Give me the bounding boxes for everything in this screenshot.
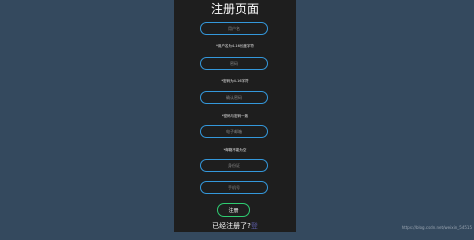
email-hint: *邮箱不能为空: [223, 148, 247, 152]
register-button[interactable]: 注册: [217, 203, 250, 217]
email-field[interactable]: [200, 125, 268, 138]
login-link[interactable]: 已经注册了?登: [174, 222, 296, 231]
password-field[interactable]: [200, 57, 268, 70]
username-hint: *用户名为4-16长度字符: [216, 44, 254, 48]
username-field[interactable]: [200, 22, 268, 35]
phone-field[interactable]: [200, 181, 268, 194]
watermark: https://blog.csdn.net/weixin_54515: [401, 225, 472, 230]
login-link-text: 已经注册了?: [212, 222, 251, 230]
id-card-field[interactable]: [200, 159, 268, 172]
login-link-accent: 登: [250, 222, 258, 230]
confirm-password-field[interactable]: [200, 91, 268, 104]
password-hint: *密码为4-16字符: [221, 79, 249, 83]
page-title: 注册页面: [210, 2, 259, 16]
register-panel: 注册页面 *用户名为4-16长度字符 *密码为4-16字符 *密码与密码一致 *…: [174, 0, 296, 232]
confirm-password-hint: *密码与密码一致: [221, 114, 249, 118]
